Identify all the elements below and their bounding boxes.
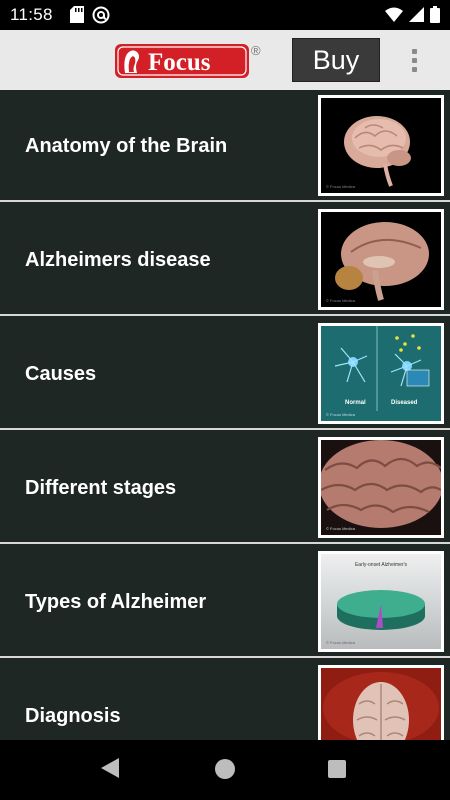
svg-text:Focus: Focus: [148, 49, 211, 76]
thumbnail-credit: © Focus Medica: [326, 526, 356, 531]
list-item-alzheimers-disease[interactable]: Alzheimers disease © Focus Medica: [0, 204, 450, 316]
status-time: 11:58: [10, 5, 53, 24]
list-item-label: Alzheimers disease: [25, 249, 211, 271]
buy-button[interactable]: Buy: [292, 38, 380, 82]
list-item-label: Causes: [25, 363, 97, 385]
system-navigation-bar: [0, 740, 450, 800]
topic-list: Anatomy of the Brain © Focus Medica Alzh…: [0, 90, 450, 740]
thumbnail-credit: © Focus Medica: [326, 298, 356, 303]
list-item-different-stages[interactable]: Different stages © Focus Medica: [0, 432, 450, 544]
overflow-menu-icon[interactable]: [402, 44, 426, 76]
list-item-label: Anatomy of the Brain: [25, 135, 228, 157]
thumbnail-chart-title: Early-onset Alzheimer's: [355, 562, 408, 568]
list-item-types-of-alzheimer[interactable]: Types of Alzheimer Early-onset Alzheimer…: [0, 546, 450, 658]
thumbnail-credit: © Focus Medica: [326, 640, 356, 645]
pie-chart-thumbnail: Early-onset Alzheimer's © Focus Medica: [318, 551, 444, 652]
list-item-anatomy-of-the-brain[interactable]: Anatomy of the Brain © Focus Medica: [0, 90, 450, 202]
thumbnail-caption-diseased: Diseased: [391, 400, 418, 406]
brain-side-view-thumbnail: © Focus Medica: [318, 95, 444, 196]
brain-cross-section-thumbnail: © Focus Medica: [318, 209, 444, 310]
neuron-comparison-thumbnail: Normal Diseased © Focus Medica: [318, 323, 444, 424]
home-icon[interactable]: [215, 759, 235, 779]
sd-card-icon: [70, 6, 84, 29]
back-icon[interactable]: [101, 758, 119, 783]
status-bar: 11:58: [0, 0, 450, 30]
focus-logo: Focus ®: [115, 42, 265, 80]
battery-icon: [430, 6, 440, 28]
thumbnail-caption-normal: Normal: [345, 400, 366, 406]
recents-icon[interactable]: [328, 760, 346, 778]
brain-closeup-thumbnail: © Focus Medica: [318, 437, 444, 538]
signal-icon: [409, 7, 424, 27]
thumbnail-credit: © Focus Medica: [326, 184, 356, 189]
thumbnail-credit: © Focus Medica: [326, 412, 356, 417]
wifi-icon: [385, 7, 403, 27]
list-item-label: Diagnosis: [25, 705, 121, 727]
list-item-diagnosis[interactable]: Diagnosis: [0, 660, 450, 740]
list-item-causes[interactable]: Causes Normal Diseased © Focus Medica: [0, 318, 450, 430]
at-sign-icon: [92, 6, 110, 29]
list-item-label: Different stages: [25, 477, 177, 499]
list-item-label: Types of Alzheimer: [25, 591, 207, 613]
svg-text:®: ®: [251, 43, 261, 58]
brain-top-view-thumbnail: [318, 665, 444, 740]
app-bar: Focus ® Buy: [0, 30, 450, 90]
